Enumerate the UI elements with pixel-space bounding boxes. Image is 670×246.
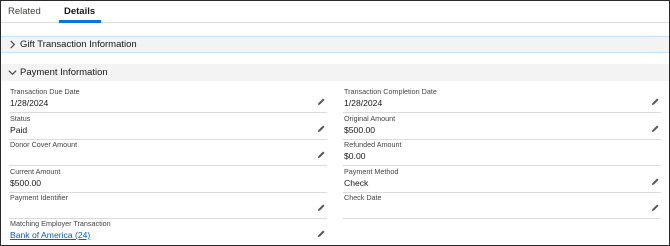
field-check-date: Check Date	[343, 193, 661, 219]
field-current-amount: Current Amount $500.00	[9, 167, 327, 193]
tab-details[interactable]: Details	[64, 6, 95, 17]
field-value: $0.00	[344, 151, 366, 161]
record-detail-panel: Related Details Gift Transaction Informa…	[0, 0, 670, 246]
field-payment-identifier: Payment Identifier	[9, 193, 327, 219]
pencil-icon[interactable]	[317, 97, 326, 106]
chevron-down-icon	[8, 70, 17, 76]
field-label: Current Amount	[10, 167, 61, 176]
field-matching-employer-transaction: Matching Employer Transaction Bank of Am…	[9, 219, 327, 245]
pencil-icon[interactable]	[317, 150, 326, 159]
field-payment-method: Payment Method Check	[343, 167, 661, 193]
matching-employer-transaction-link[interactable]: Bank of America (24)	[10, 230, 90, 240]
pencil-icon[interactable]	[317, 229, 326, 238]
field-label: Original Amount	[344, 114, 396, 123]
field-label: Transaction Due Date	[10, 87, 80, 96]
field-value: Check	[344, 178, 369, 188]
pencil-icon[interactable]	[651, 97, 660, 106]
field-label: Payment Method	[344, 167, 399, 176]
active-tab-indicator	[59, 20, 101, 23]
pencil-icon[interactable]	[317, 203, 326, 212]
tab-related[interactable]: Related	[8, 6, 41, 17]
section-gift-transaction-information[interactable]: Gift Transaction Information	[1, 36, 669, 53]
field-label: Payment Identifier	[10, 193, 68, 202]
field-status: Status Paid	[9, 114, 327, 140]
pencil-icon[interactable]	[651, 203, 660, 212]
field-transaction-completion-date: Transaction Completion Date 1/28/2024	[343, 87, 661, 113]
field-value: Paid	[10, 125, 28, 135]
field-donor-cover-amount: Donor Cover Amount	[9, 140, 327, 166]
field-transaction-due-date: Transaction Due Date 1/28/2024	[9, 87, 327, 113]
tab-bar: Related Details	[1, 1, 669, 23]
field-value: $500.00	[344, 125, 376, 135]
field-value: 1/28/2024	[344, 98, 383, 108]
pencil-icon[interactable]	[651, 124, 660, 133]
pencil-icon[interactable]	[651, 177, 660, 186]
section-payment-information[interactable]: Payment Information	[1, 64, 669, 81]
section-title: Gift Transaction Information	[20, 39, 137, 50]
field-label: Donor Cover Amount	[10, 140, 78, 149]
field-label: Transaction Completion Date	[344, 87, 437, 96]
chevron-right-icon	[10, 40, 16, 49]
field-refunded-amount: Refunded Amount $0.00	[343, 140, 661, 166]
field-label: Matching Employer Transaction	[10, 219, 111, 228]
field-label: Refunded Amount	[344, 140, 402, 149]
field-value: $500.00	[10, 178, 42, 188]
field-label: Check Date	[344, 193, 382, 202]
pencil-icon[interactable]	[317, 124, 326, 133]
field-original-amount: Original Amount $500.00	[343, 114, 661, 140]
section-title: Payment Information	[20, 67, 108, 78]
field-value: 1/28/2024	[10, 98, 49, 108]
field-label: Status	[10, 114, 31, 123]
